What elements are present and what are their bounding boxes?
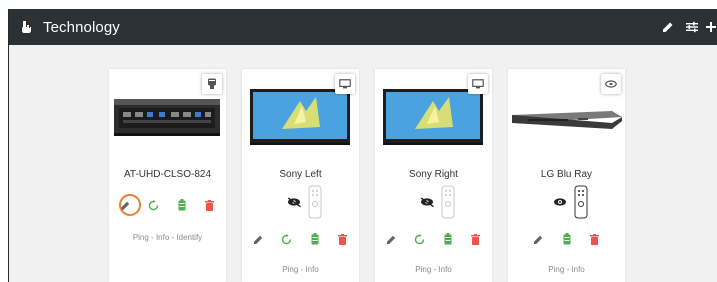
delete-trash-icon[interactable] bbox=[587, 231, 603, 247]
device-card-sony-left[interactable]: Sony Left Ping - Info bbox=[242, 69, 359, 282]
info-link[interactable]: Info bbox=[438, 265, 451, 274]
panel-header: Technology bbox=[9, 9, 717, 45]
ping-link[interactable]: Ping bbox=[133, 233, 149, 242]
identify-link[interactable]: Identify bbox=[176, 233, 202, 242]
visibility-on-icon[interactable] bbox=[552, 194, 568, 210]
ping-link[interactable]: Ping bbox=[282, 265, 298, 274]
device-links: Ping - Info - Identify bbox=[109, 233, 226, 242]
delete-trash-icon[interactable] bbox=[202, 197, 218, 213]
ping-link[interactable]: Ping bbox=[548, 265, 564, 274]
info-link[interactable]: Info bbox=[156, 233, 169, 242]
refresh-icon[interactable] bbox=[279, 231, 295, 247]
battery-icon[interactable] bbox=[559, 231, 575, 247]
device-card-sony-right[interactable]: Sony Right Ping - Info bbox=[375, 69, 492, 282]
visibility-off-icon[interactable] bbox=[419, 194, 435, 210]
battery-icon[interactable] bbox=[307, 231, 323, 247]
device-action-row bbox=[375, 231, 492, 247]
visibility-remote-row bbox=[375, 184, 492, 220]
disc-type-badge bbox=[601, 74, 621, 94]
delete-trash-icon[interactable] bbox=[468, 231, 484, 247]
device-card-at-uhd-clso-824[interactable]: AT-UHD-CLSO-824 Ping - Info - Identify bbox=[109, 69, 226, 282]
add-plus-icon[interactable] bbox=[704, 9, 717, 45]
remote-control-icon[interactable] bbox=[441, 185, 455, 219]
remote-control-icon[interactable] bbox=[574, 185, 588, 219]
edit-pencil-icon[interactable] bbox=[656, 9, 680, 45]
device-name: Sony Left bbox=[279, 169, 322, 180]
refresh-icon[interactable] bbox=[146, 197, 162, 213]
tune-sliders-icon[interactable] bbox=[680, 9, 704, 45]
battery-icon[interactable] bbox=[174, 197, 190, 213]
edit-device-icon[interactable] bbox=[384, 231, 400, 247]
device-name: LG Blu Ray bbox=[540, 169, 593, 180]
ping-link[interactable]: Ping bbox=[415, 265, 431, 274]
battery-icon[interactable] bbox=[440, 231, 456, 247]
device-links: Ping - Info bbox=[508, 265, 625, 274]
display-type-badge bbox=[468, 74, 488, 94]
device-card-lg-blu-ray[interactable]: LG Blu Ray Ping - Info bbox=[508, 69, 625, 282]
remote-control-icon[interactable] bbox=[308, 185, 322, 219]
device-links: Ping - Info bbox=[375, 265, 492, 274]
visibility-off-icon[interactable] bbox=[286, 194, 302, 210]
edit-device-icon[interactable] bbox=[251, 231, 267, 247]
visibility-remote-row bbox=[508, 184, 625, 220]
header-actions bbox=[656, 9, 717, 45]
processor-type-badge bbox=[202, 74, 222, 94]
page-title: Technology bbox=[43, 18, 120, 36]
link-separator: - bbox=[148, 233, 156, 242]
back-hand-icon[interactable] bbox=[19, 19, 33, 35]
edit-device-icon[interactable] bbox=[531, 231, 547, 247]
focus-highlight-circle bbox=[119, 194, 141, 216]
device-action-row bbox=[508, 231, 625, 247]
device-action-row bbox=[242, 231, 359, 247]
device-name: AT-UHD-CLSO-824 bbox=[123, 169, 212, 180]
technology-panel: Technology AT-UHD-CLSO-824 Ping - Info -… bbox=[8, 9, 717, 282]
device-name: Sony Right bbox=[409, 169, 458, 180]
device-links: Ping - Info bbox=[242, 265, 359, 274]
delete-trash-icon[interactable] bbox=[335, 231, 351, 247]
refresh-icon[interactable] bbox=[412, 231, 428, 247]
info-link[interactable]: Info bbox=[305, 265, 318, 274]
display-type-badge bbox=[335, 74, 355, 94]
info-link[interactable]: Info bbox=[571, 265, 584, 274]
visibility-remote-row bbox=[242, 184, 359, 220]
